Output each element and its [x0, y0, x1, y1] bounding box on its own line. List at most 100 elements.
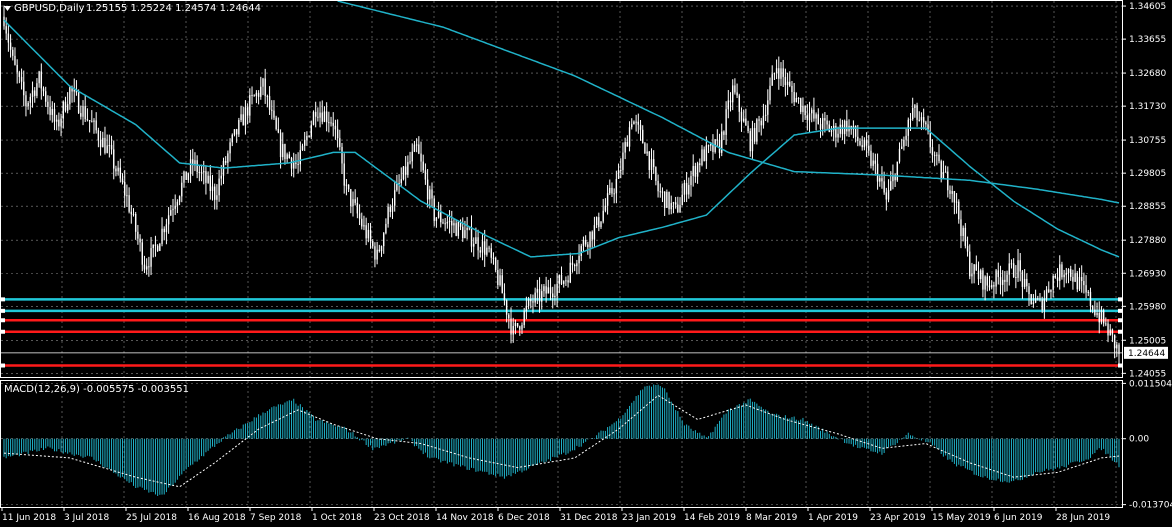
candle-body: [286, 154, 288, 160]
candle-body: [811, 109, 813, 114]
candle-body: [584, 239, 587, 245]
level-handle[interactable]: [1, 297, 5, 302]
candle-body: [969, 251, 971, 277]
candle-body: [519, 326, 521, 330]
candle-body: [1017, 260, 1019, 278]
candle-body: [148, 266, 150, 268]
candle-body: [949, 190, 951, 194]
candle-body: [95, 120, 97, 131]
candle-body: [134, 213, 137, 232]
level-handle[interactable]: [1118, 318, 1122, 323]
candle-body: [716, 139, 719, 141]
candle-body: [455, 223, 457, 236]
candle-body: [1065, 272, 1068, 275]
candle-body: [639, 124, 642, 130]
candle-body: [235, 129, 238, 135]
price-tick-label: 1.33655: [1129, 35, 1166, 45]
candle-body: [1118, 344, 1120, 355]
candle-body: [156, 245, 159, 251]
candle-body: [1091, 306, 1094, 310]
candle-body: [679, 205, 681, 213]
candle-body: [244, 107, 247, 126]
level-handle[interactable]: [1118, 329, 1122, 334]
candle-body: [1056, 277, 1059, 281]
candle-body: [964, 227, 967, 246]
candle-body: [440, 212, 442, 223]
candle-body: [31, 90, 34, 97]
candle-body: [762, 115, 765, 126]
candle-body: [167, 215, 170, 225]
candle-body: [609, 187, 611, 194]
candle-body: [231, 134, 233, 143]
candle-body: [861, 145, 863, 148]
candle-body: [883, 181, 885, 193]
level-handle[interactable]: [1118, 308, 1122, 313]
candle-body: [503, 293, 506, 301]
candle-body: [91, 121, 93, 123]
candle-body: [841, 124, 844, 135]
candle-body: [1019, 260, 1021, 272]
candle-body: [784, 76, 787, 86]
time-tick-label: 7 Sep 2018: [250, 513, 302, 523]
candle-body: [681, 194, 683, 206]
candle-body: [224, 160, 227, 163]
candle-body: [238, 120, 240, 135]
candle-body: [778, 68, 780, 79]
candle-body: [565, 280, 567, 282]
candle-body: [690, 175, 692, 185]
level-handle[interactable]: [1118, 297, 1122, 302]
chart-window[interactable]: 1.34605 1.33655 1.32680 1.31730 1.30755 1.298…: [0, 0, 1172, 527]
candle-body: [130, 211, 133, 215]
candle-body: [124, 182, 126, 196]
candle-body: [1109, 329, 1111, 336]
candle-body: [308, 135, 310, 137]
candle-body: [102, 137, 104, 148]
level-handle[interactable]: [1, 363, 5, 368]
candle-body: [909, 119, 912, 121]
candle-body: [1078, 276, 1081, 290]
candle-body: [955, 201, 958, 203]
level-handle[interactable]: [1, 308, 5, 313]
candle-body: [587, 244, 589, 248]
candle-body: [279, 132, 282, 158]
candle-body: [1045, 289, 1048, 299]
candle-body: [756, 119, 758, 142]
candle-body: [760, 120, 762, 126]
candle-body: [633, 121, 635, 125]
candle-body: [993, 285, 995, 287]
candle-body: [174, 205, 176, 209]
candle-body: [510, 318, 512, 335]
candle-body: [361, 218, 363, 227]
candle-body: [874, 160, 877, 164]
candle-body: [62, 101, 64, 119]
candle-body: [132, 213, 135, 215]
candle-body: [780, 68, 782, 79]
candle-body: [486, 247, 488, 255]
level-handle[interactable]: [1, 329, 5, 334]
candle-body: [9, 42, 12, 50]
candle-body: [613, 193, 615, 195]
candle-body: [604, 205, 607, 211]
candle-body: [181, 182, 183, 197]
candle-body: [152, 244, 154, 249]
candle-body: [1111, 329, 1114, 335]
candle-body: [433, 198, 435, 221]
candle-body: [20, 76, 23, 82]
candle-body: [795, 97, 798, 103]
candle-body: [185, 171, 187, 181]
candle-body: [203, 171, 205, 173]
candle-body: [218, 178, 220, 196]
price-tick-label: 1.27880: [1129, 236, 1166, 246]
candle-body: [479, 250, 481, 253]
price-tick-label: 1.34605: [1129, 2, 1166, 12]
candle-body: [378, 249, 381, 252]
candle-body: [358, 213, 361, 219]
level-handle[interactable]: [1, 318, 5, 323]
candle-body: [1070, 269, 1072, 277]
candle-body: [426, 179, 429, 200]
candle-body: [870, 150, 872, 166]
candle-body: [661, 191, 664, 193]
candle-body: [137, 231, 139, 239]
candle-body: [293, 162, 295, 169]
candle-body: [1107, 323, 1109, 336]
